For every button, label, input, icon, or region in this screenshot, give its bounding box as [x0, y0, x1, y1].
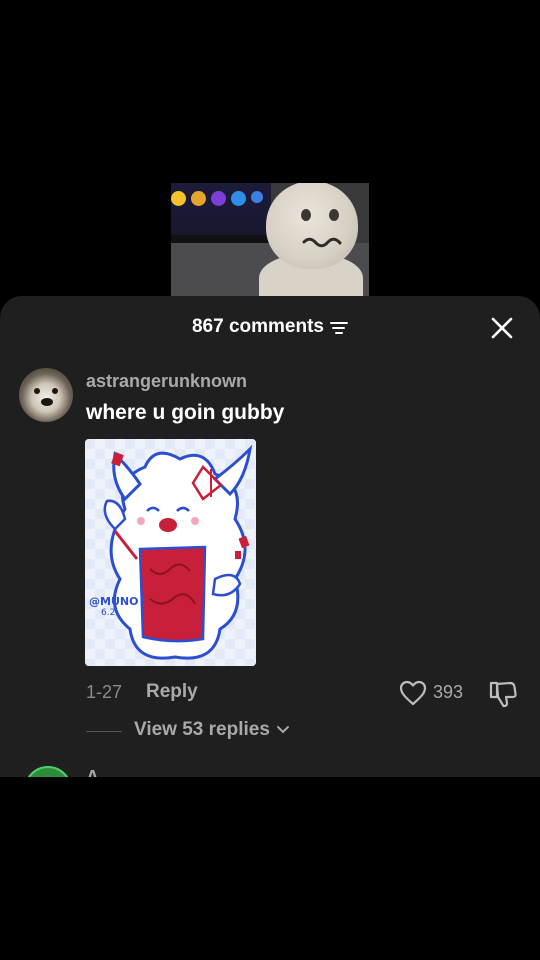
close-button[interactable] [490, 316, 514, 340]
reply-button[interactable]: Reply [146, 681, 198, 703]
image-watermark: @MUNO [89, 595, 139, 608]
view-replies-button[interactable]: View 53 replies [134, 719, 290, 741]
thumbs-down-icon [489, 681, 517, 708]
sheet-header: 867 comments [0, 296, 540, 358]
comment-date: 1-27 [86, 682, 123, 702]
replies-divider [86, 731, 122, 732]
dislike-button[interactable] [488, 680, 518, 708]
filter-icon [330, 320, 348, 334]
fan-art-illustration [85, 439, 256, 666]
like-button[interactable] [399, 680, 427, 706]
view-replies-label: View 53 replies [134, 719, 270, 740]
comment-image[interactable]: @MUNO 6.2 [85, 439, 256, 666]
comment-username[interactable]: astrangerunknown [86, 371, 247, 392]
like-count: 393 [433, 682, 464, 702]
comment-text: where u goin gubby [86, 401, 285, 424]
chevron-down-icon [276, 726, 289, 734]
comments-sheet: 867 comments astrangerunknown where u go… [0, 296, 540, 777]
monitor-screen [171, 183, 271, 243]
close-icon [491, 317, 513, 339]
next-comment-username[interactable]: A [86, 767, 99, 777]
avatar[interactable] [19, 368, 73, 422]
video-thumbnail[interactable] [171, 183, 369, 296]
image-watermark-sub: 6.2 [101, 608, 116, 618]
comment-count: 867 comments [191, 316, 324, 337]
plush-toy [266, 183, 358, 269]
comment-count-button[interactable]: 867 comments [192, 316, 348, 338]
heart-icon [399, 680, 427, 706]
next-comment-avatar[interactable] [24, 766, 72, 777]
